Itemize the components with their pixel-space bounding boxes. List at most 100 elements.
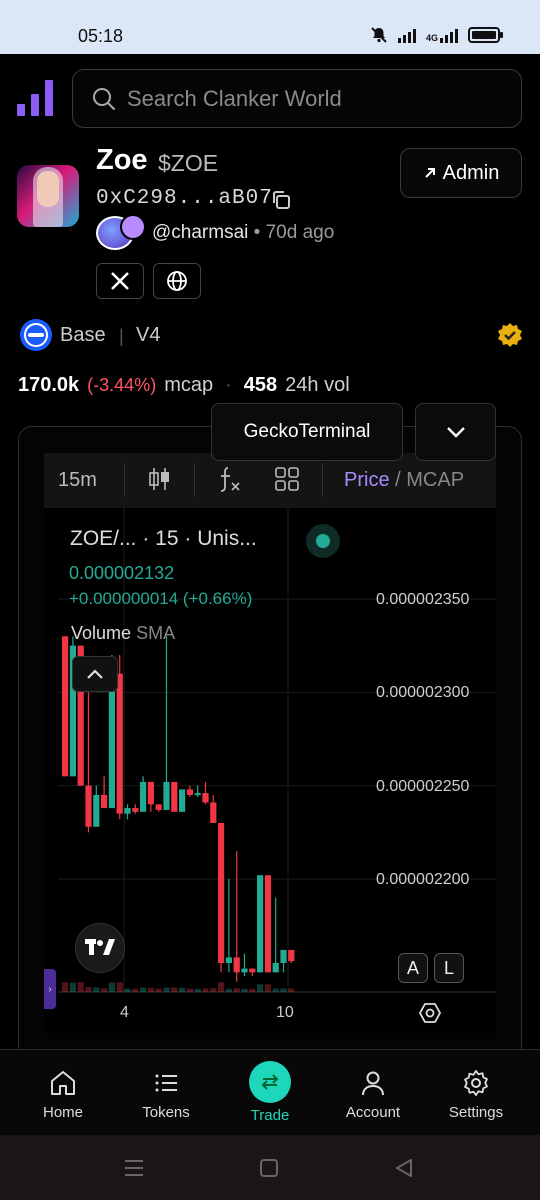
x-twitter-button[interactable] [96,263,144,299]
candle-body[interactable] [108,673,115,809]
tradingview-chart[interactable]: 15m Price / MCAP ZOE/... · 15 · Unis... … [44,453,496,1033]
candle-body[interactable] [171,781,178,812]
sma-label: SMA [136,623,176,643]
list-icon [155,1074,177,1092]
candle-body[interactable] [186,789,193,795]
y-axis-label: 0.000002200 [376,871,470,888]
collapse-legend-button[interactable] [72,656,118,692]
candle-body[interactable] [93,795,100,827]
volume-bar [225,988,232,992]
mode-separator: / [395,469,401,491]
chart-toolbar: 15m Price / MCAP [44,453,496,508]
mcap-mode[interactable]: MCAP [406,469,464,491]
candle-body[interactable] [210,802,217,823]
candle-body[interactable] [147,781,154,805]
globe-icon [167,271,187,291]
recents-menu-icon[interactable] [121,1155,147,1181]
search-input[interactable] [127,85,507,112]
tradingview-logo-icon[interactable] [75,923,125,973]
candle-body[interactable] [288,949,295,962]
candle-body[interactable] [85,785,92,827]
candle-body[interactable] [225,957,232,963]
nav-account[interactable]: Account [323,1050,423,1136]
admin-label: Admin [442,161,500,184]
x-logo-icon [111,272,129,290]
log-scale-button[interactable]: L [434,953,464,983]
candlestick-type-icon[interactable] [144,464,174,494]
candle-body[interactable] [280,949,287,963]
user-icon [362,1071,384,1096]
candle-body[interactable] [163,781,170,810]
back-triangle-icon[interactable] [391,1155,417,1181]
app-logo-icon[interactable] [17,78,55,118]
token-address: 0xC298...aB07 [96,187,273,210]
admin-button[interactable]: Admin [400,148,522,198]
candle-body[interactable] [140,781,147,812]
volume-bar [233,988,240,992]
volume-bar [241,988,248,992]
volume-label: Volume [71,623,132,643]
trade-active-indicator [249,1061,291,1103]
toolbar-divider [194,463,195,497]
auto-scale-button[interactable]: A [398,953,428,983]
volume-bar [257,984,264,992]
candle-body[interactable] [202,793,209,803]
candle-body[interactable] [272,963,279,973]
swap-icon [261,1074,279,1090]
battery-icon [468,27,503,43]
base-chain-icon [20,319,52,351]
x-axis-label: 4 [120,1004,129,1021]
layouts-grid-icon[interactable] [272,464,302,494]
chart-source-button[interactable]: GeckoTerminal [211,403,403,461]
verified-badge-icon [498,323,522,347]
candle-body[interactable] [101,795,108,809]
candle-body[interactable] [264,875,271,973]
volume-value: 458 [243,374,278,396]
home-square-icon[interactable] [256,1155,282,1181]
side-panel-tab[interactable]: › [44,969,56,1009]
market-status-indicator [306,524,340,558]
indicators-icon[interactable] [214,464,244,494]
candle-body[interactable] [62,636,69,777]
chart-settings-icon[interactable] [418,1001,442,1025]
nav-label: Trade [250,1107,290,1124]
candle-body[interactable] [249,968,256,973]
nav-trade[interactable]: Trade [220,1050,320,1136]
nav-tokens[interactable]: Tokens [116,1050,216,1136]
price-mode[interactable]: Price [344,469,390,491]
stats-separator: · [225,374,232,396]
chevron-up-icon [87,669,103,679]
volume-bar [69,982,76,992]
volume-bar [186,988,193,992]
chart-source-dropdown[interactable] [415,403,496,461]
mcap-change: (-3.44%) [87,375,157,395]
volume-bar [179,987,186,992]
website-button[interactable] [153,263,201,299]
volume-bar [155,988,162,992]
bottom-nav: Home Tokens Trade Account Settings [0,1049,540,1135]
candle-body[interactable] [132,808,139,812]
creator-badge-avatar [120,214,146,240]
candle-body[interactable] [257,875,264,973]
interval-selector[interactable]: 15m [58,469,97,492]
candle-body[interactable] [194,793,201,796]
volume-bar [272,988,279,992]
volume-bar [93,987,100,992]
volume-label: 24h vol [285,374,350,396]
copy-icon[interactable] [270,189,292,211]
search-box[interactable] [72,69,522,128]
creator-info[interactable]: @charmsai • 70d ago [152,222,334,244]
candle-body[interactable] [116,673,123,814]
volume-bar [140,987,147,992]
candle-body[interactable] [241,968,248,973]
nav-settings[interactable]: Settings [426,1050,526,1136]
price-mcap-toggle[interactable]: Price / MCAP [344,469,464,492]
candle-body[interactable] [233,957,240,973]
candle-body[interactable] [179,789,186,812]
candle-body[interactable] [124,808,131,814]
volume-bar [124,988,131,992]
creator-handle[interactable]: @charmsai [152,222,248,243]
candle-body[interactable] [218,823,225,963]
candle-body[interactable] [155,804,162,810]
nav-home[interactable]: Home [13,1050,113,1136]
